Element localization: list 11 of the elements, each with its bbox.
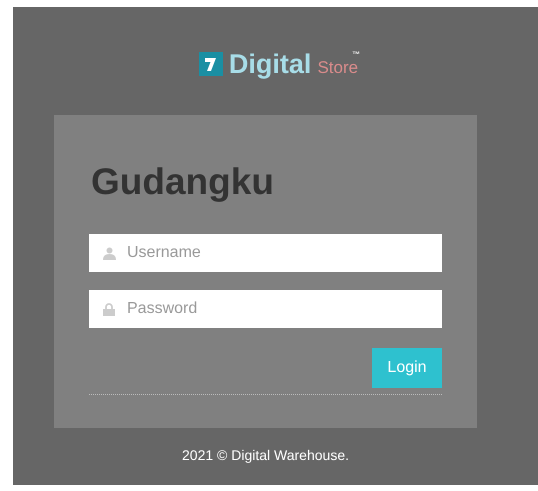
user-icon xyxy=(103,247,116,260)
password-field[interactable]: Password xyxy=(89,290,442,328)
footer-text: 2021 © Digital Warehouse. xyxy=(182,447,349,463)
trademark-mark: ™ xyxy=(352,50,360,59)
login-button[interactable]: Login xyxy=(372,348,442,388)
logo-icon xyxy=(198,52,223,76)
lock-icon xyxy=(103,303,115,316)
app-title: Gudangku xyxy=(91,161,275,203)
username-field[interactable]: Username xyxy=(89,234,442,272)
logo-text: Digital xyxy=(228,48,312,80)
logo-subtext: Store xyxy=(317,58,358,78)
